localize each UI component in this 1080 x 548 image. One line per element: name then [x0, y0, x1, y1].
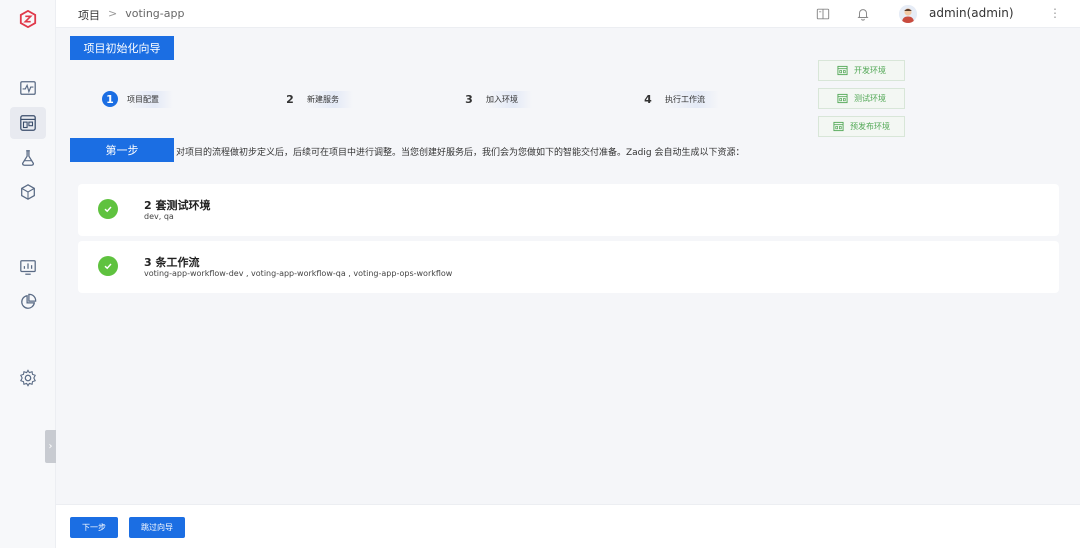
wizard-step-4[interactable]: 4 执行工作流: [640, 88, 719, 110]
chevron-right-icon: ›: [48, 441, 53, 452]
sidebar-item-statistics[interactable]: [10, 286, 46, 318]
wizard-title: 项目初始化向导: [70, 36, 174, 60]
sidebar-item-dashboard[interactable]: [10, 72, 46, 104]
sidebar-item-testing[interactable]: [10, 142, 46, 174]
dashboard-icon: [20, 81, 36, 95]
artifact-package-icon: [21, 184, 35, 200]
main-content: 项目初始化向导 1 项目配置 2 新建服务 3 加入环境 4 执行工作流 开发环…: [56, 28, 1080, 504]
app-root: › 项目 > voting-app admin(admin) ⋮ 项目初始化向导…: [0, 0, 1080, 548]
sidebar: ›: [0, 0, 56, 548]
breadcrumb: 项目 > voting-app: [78, 7, 184, 23]
step-number: 4: [644, 92, 652, 106]
breadcrumb-root[interactable]: 项目: [78, 7, 100, 23]
avatar[interactable]: [899, 5, 917, 23]
wizard-step-3[interactable]: 3 加入环境: [461, 88, 532, 110]
pie-chart-icon: [21, 293, 37, 309]
footer-bar: 下一步 跳过向导: [56, 504, 1080, 548]
sidebar-item-monitor[interactable]: [10, 251, 46, 283]
step-label: 新建服务: [307, 90, 353, 108]
projects-icon: [20, 115, 36, 131]
env-label: 预发布环境: [850, 122, 890, 131]
resource-card-workflows: 3 条工作流 voting-app-workflow-dev , voting-…: [78, 241, 1059, 293]
monitor-chart-icon: [20, 260, 36, 275]
resource-title: 2 套测试环境: [144, 199, 211, 212]
skip-wizard-button[interactable]: 跳过向导: [129, 517, 185, 538]
step-description: 对项目的流程做初步定义后，后续可在项目中进行调整。当您创建好服务后，我们会为您做…: [176, 148, 745, 158]
check-icon: [98, 199, 118, 219]
wizard-step-1[interactable]: 1 项目配置: [102, 88, 173, 110]
resource-detail: dev, qa: [144, 212, 174, 221]
env-label: 开发环境: [854, 66, 886, 75]
environment-icon: [837, 65, 848, 76]
step-label: 加入环境: [486, 90, 532, 108]
breadcrumb-current: voting-app: [125, 7, 185, 20]
env-label: 测试环境: [854, 94, 886, 103]
resource-detail: voting-app-workflow-dev , voting-app-wor…: [144, 269, 453, 278]
breadcrumb-separator: >: [108, 7, 118, 20]
step-number: 1: [102, 91, 118, 107]
more-vertical-icon[interactable]: ⋮: [1049, 6, 1061, 20]
resource-title: 3 条工作流: [144, 256, 200, 269]
step-label: 执行工作流: [665, 90, 719, 108]
bell-icon[interactable]: [856, 7, 870, 21]
user-avatar-icon: [899, 5, 917, 23]
next-button[interactable]: 下一步: [70, 517, 118, 538]
test-flask-icon: [21, 150, 35, 166]
user-name[interactable]: admin(admin): [929, 6, 1014, 20]
step-label: 项目配置: [127, 90, 173, 108]
wizard-step-2[interactable]: 2 新建服务: [282, 88, 353, 110]
zadig-logo-icon[interactable]: [19, 10, 37, 28]
sidebar-item-artifacts[interactable]: [10, 176, 46, 208]
top-header: 项目 > voting-app admin(admin) ⋮: [56, 0, 1080, 28]
step-number: 2: [286, 92, 294, 106]
environment-icon: [833, 121, 844, 132]
step-number: 3: [465, 92, 473, 106]
sidebar-item-settings[interactable]: [10, 362, 46, 394]
sidebar-item-projects[interactable]: [10, 107, 46, 139]
resource-card-environments: 2 套测试环境 dev, qa: [78, 184, 1059, 236]
environment-icon: [837, 93, 848, 104]
check-icon: [98, 256, 118, 276]
env-button-test[interactable]: 测试环境: [818, 88, 905, 109]
wizard-steps: 1 项目配置 2 新建服务 3 加入环境 4 执行工作流: [56, 88, 816, 112]
step-banner: 第一步: [70, 138, 174, 162]
book-icon[interactable]: [816, 7, 830, 21]
sidebar-collapse-handle[interactable]: ›: [45, 430, 56, 463]
gear-icon: [20, 369, 36, 387]
env-button-dev[interactable]: 开发环境: [818, 60, 905, 81]
env-button-staging[interactable]: 预发布环境: [818, 116, 905, 137]
